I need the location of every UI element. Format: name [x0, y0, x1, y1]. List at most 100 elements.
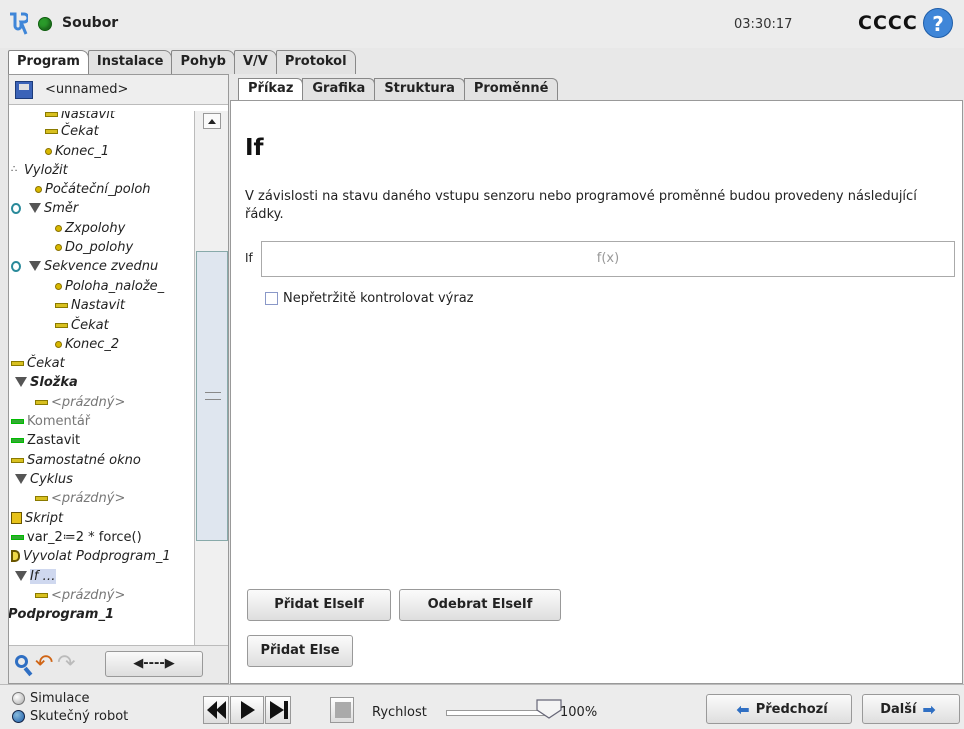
tab-log[interactable]: Protokol [275, 50, 356, 74]
tab-variables[interactable]: Proměnné [463, 78, 559, 100]
tree-node[interactable]: Zastavit [11, 431, 80, 449]
play-button[interactable] [230, 696, 264, 724]
speed-slider-track[interactable] [446, 710, 546, 716]
tree-node[interactable]: Cyklus [15, 470, 73, 488]
continuous-check-checkbox[interactable] [265, 292, 278, 305]
tree-node[interactable]: <prázdný> [35, 586, 125, 604]
radio-icon[interactable] [12, 692, 25, 705]
comment-icon [11, 418, 24, 424]
speed-slider-handle[interactable] [535, 699, 563, 719]
tab-command[interactable]: Příkaz [238, 78, 304, 100]
previous-button[interactable]: ⬅ Předchozí [706, 694, 852, 724]
tree-node[interactable]: Čekat [45, 122, 99, 140]
expression-input[interactable]: f(x) [261, 241, 955, 277]
waypoint-icon [55, 340, 62, 348]
sub-tab-bar: Příkaz Grafika Struktura Proměnné [238, 78, 559, 100]
waypoint-icon [55, 282, 62, 290]
tree-node[interactable]: Směr [11, 199, 78, 217]
save-icon[interactable] [15, 81, 33, 99]
rewind-button[interactable] [203, 696, 229, 724]
tree-toolbar: ↶ ↷ ◀----▶ [9, 645, 228, 683]
mode-real-robot-label: Skutečný robot [30, 709, 129, 724]
tree-node[interactable]: Konec_1 [45, 142, 109, 160]
tab-move[interactable]: Pohyb [171, 50, 235, 74]
loop-icon [15, 474, 27, 484]
next-label: Další [880, 701, 917, 717]
waypoint-icon [35, 185, 42, 193]
folder-icon [15, 377, 27, 387]
empty-icon [35, 495, 48, 501]
tree-vertical-scrollbar[interactable] [194, 111, 228, 663]
search-icon[interactable] [13, 650, 35, 678]
bottom-bar: Simulace Skutečný robot Rychlost 100% ⬅ … [0, 684, 964, 729]
robot-name: CCCC [858, 12, 918, 34]
set-icon [45, 111, 58, 117]
stop-button[interactable] [330, 697, 354, 723]
wait-icon [11, 360, 24, 366]
vertical-scroll-thumb[interactable] [196, 251, 228, 541]
tab-installation[interactable]: Instalace [87, 50, 173, 74]
tree-node[interactable]: Konec_2 [55, 335, 119, 353]
tree-node-selected[interactable]: If … [15, 567, 56, 585]
step-button[interactable] [265, 696, 291, 724]
program-name: <unnamed> [45, 82, 129, 97]
empty-icon [35, 592, 48, 598]
next-button[interactable]: Další ➡ [862, 694, 960, 724]
scroll-up-icon[interactable] [203, 113, 221, 129]
tree-node[interactable]: Čekat [55, 316, 109, 334]
tree-node[interactable]: Složka [15, 373, 78, 391]
halt-icon [11, 437, 24, 443]
tree-node[interactable]: Komentář [11, 412, 90, 430]
wait-icon [45, 128, 58, 134]
tree-node[interactable]: Do_polohy [55, 238, 133, 256]
mode-simulation-radio[interactable]: Simulace [12, 691, 90, 706]
mode-real-robot-radio[interactable]: Skutečný robot [12, 709, 128, 724]
tree-node[interactable]: Zxpolohy [55, 219, 125, 237]
tab-io[interactable]: V/V [233, 50, 277, 74]
remove-elseif-button[interactable]: Odebrat ElseIf [399, 589, 561, 621]
tab-structure[interactable]: Struktura [374, 78, 465, 100]
tree-node[interactable]: Samostatné okno [11, 451, 141, 469]
move-node-button[interactable]: ◀----▶ [105, 651, 203, 677]
redo-icon[interactable]: ↷ [57, 650, 79, 678]
tree-node[interactable]: Nastavit [55, 296, 125, 314]
tree-node[interactable]: Počáteční_poloh [35, 180, 151, 198]
tree-node[interactable]: ∴ Vyložit [11, 161, 68, 179]
undo-icon[interactable]: ↶ [35, 650, 57, 678]
tree-node[interactable]: var_2≔2 * force() [11, 528, 142, 546]
arrow-left-icon: ⬅ [736, 699, 750, 719]
expand-icon[interactable] [11, 260, 21, 272]
program-tree[interactable]: Nastavit Čekat Konec_1 ∴ Vyložit Počátečn… [9, 111, 192, 663]
tree-node[interactable]: <prázdný> [35, 489, 125, 507]
direction-icon [29, 261, 41, 271]
waypoint-icon [55, 243, 62, 251]
tree-node[interactable]: <prázdný> [35, 393, 125, 411]
add-else-button[interactable]: Přidat Else [247, 635, 353, 667]
play-icon [241, 701, 255, 719]
tree-node[interactable]: Poloha_nalože_ [55, 277, 164, 295]
if-icon [15, 571, 27, 581]
add-elseif-button[interactable]: Přidat ElseIf [247, 589, 391, 621]
program-tree-panel: <unnamed> Nastavit Čekat Konec_1 ∴ Vyloži… [8, 74, 229, 684]
tree-node[interactable]: Podprogram_1 [9, 605, 114, 623]
tree-node[interactable]: Vyvolat Podprogram_1 [11, 547, 171, 565]
expand-icon[interactable] [11, 202, 21, 214]
tree-node[interactable]: Sekvence zvednu [11, 257, 158, 275]
help-icon[interactable]: ? [923, 8, 953, 38]
radio-selected-icon[interactable] [12, 710, 25, 723]
file-menu-label[interactable]: Soubor [62, 15, 118, 31]
file-status-icon[interactable] [38, 17, 52, 31]
set-icon [55, 302, 68, 308]
top-bar: Soubor 03:30:17 CCCC ? [0, 0, 964, 48]
tab-graphics[interactable]: Grafika [302, 78, 376, 100]
waypoint-icon [45, 147, 52, 155]
tree-node[interactable]: Čekat [11, 354, 65, 372]
tree-node[interactable]: Skript [11, 509, 63, 527]
continuous-check-row[interactable]: Nepřetržitě kontrolovat výraz [265, 291, 473, 306]
arrow-right-icon: ➡ [922, 699, 936, 719]
stop-icon [335, 702, 351, 718]
tab-program[interactable]: Program [8, 50, 89, 74]
if-label: If [245, 251, 253, 265]
pallet-icon: ∴ [11, 164, 18, 175]
ur-logo-icon [10, 12, 28, 35]
